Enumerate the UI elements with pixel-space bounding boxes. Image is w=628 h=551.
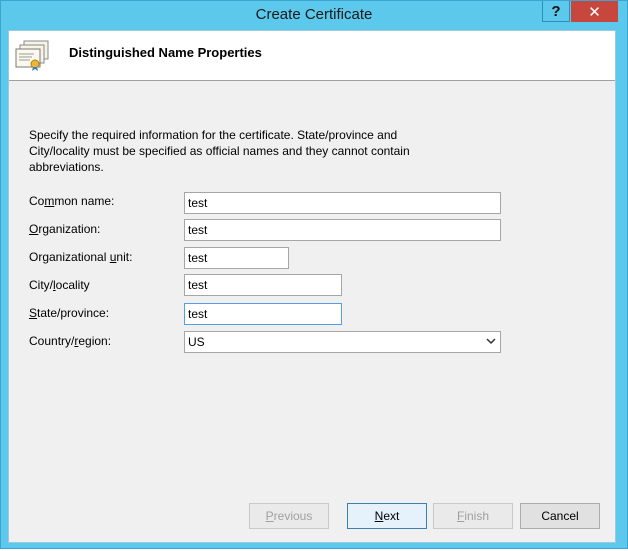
city-input[interactable]: test xyxy=(184,274,342,296)
cancel-button[interactable]: Cancel xyxy=(520,503,600,529)
organization-input[interactable]: test xyxy=(184,219,501,241)
dialog-body: Distinguished Name Properties Specify th… xyxy=(8,30,616,543)
page-title: Distinguished Name Properties xyxy=(69,45,262,60)
common-name-input[interactable]: test xyxy=(184,192,501,214)
certificate-stack-icon xyxy=(15,40,49,71)
create-certificate-window: Create Certificate ? ✕ Distinguished Nam… xyxy=(0,0,628,549)
state-input[interactable]: test xyxy=(184,303,342,325)
country-select[interactable]: US xyxy=(184,331,501,353)
common-name-label: Common name: xyxy=(29,194,115,208)
state-label: State/province: xyxy=(29,306,110,320)
chevron-down-icon xyxy=(486,338,496,345)
organization-label: Organization: xyxy=(29,222,101,236)
previous-button[interactable]: Previous xyxy=(249,503,329,529)
close-button[interactable]: ✕ xyxy=(571,1,618,22)
window-title: Create Certificate xyxy=(255,6,373,23)
country-selected-value: US xyxy=(188,335,205,349)
country-label: Country/region: xyxy=(29,334,112,348)
title-bar[interactable]: Create Certificate ? ✕ xyxy=(1,1,627,30)
wizard-header: Distinguished Name Properties xyxy=(9,31,615,81)
help-button[interactable]: ? xyxy=(542,1,570,22)
finish-button[interactable]: Finish xyxy=(433,503,513,529)
org-unit-label: Organizational unit: xyxy=(29,250,133,264)
city-label: City/locality xyxy=(29,278,90,292)
next-button[interactable]: Next xyxy=(347,503,427,529)
org-unit-input[interactable]: test xyxy=(184,247,289,269)
instructions-text: Specify the required information for the… xyxy=(29,128,410,174)
